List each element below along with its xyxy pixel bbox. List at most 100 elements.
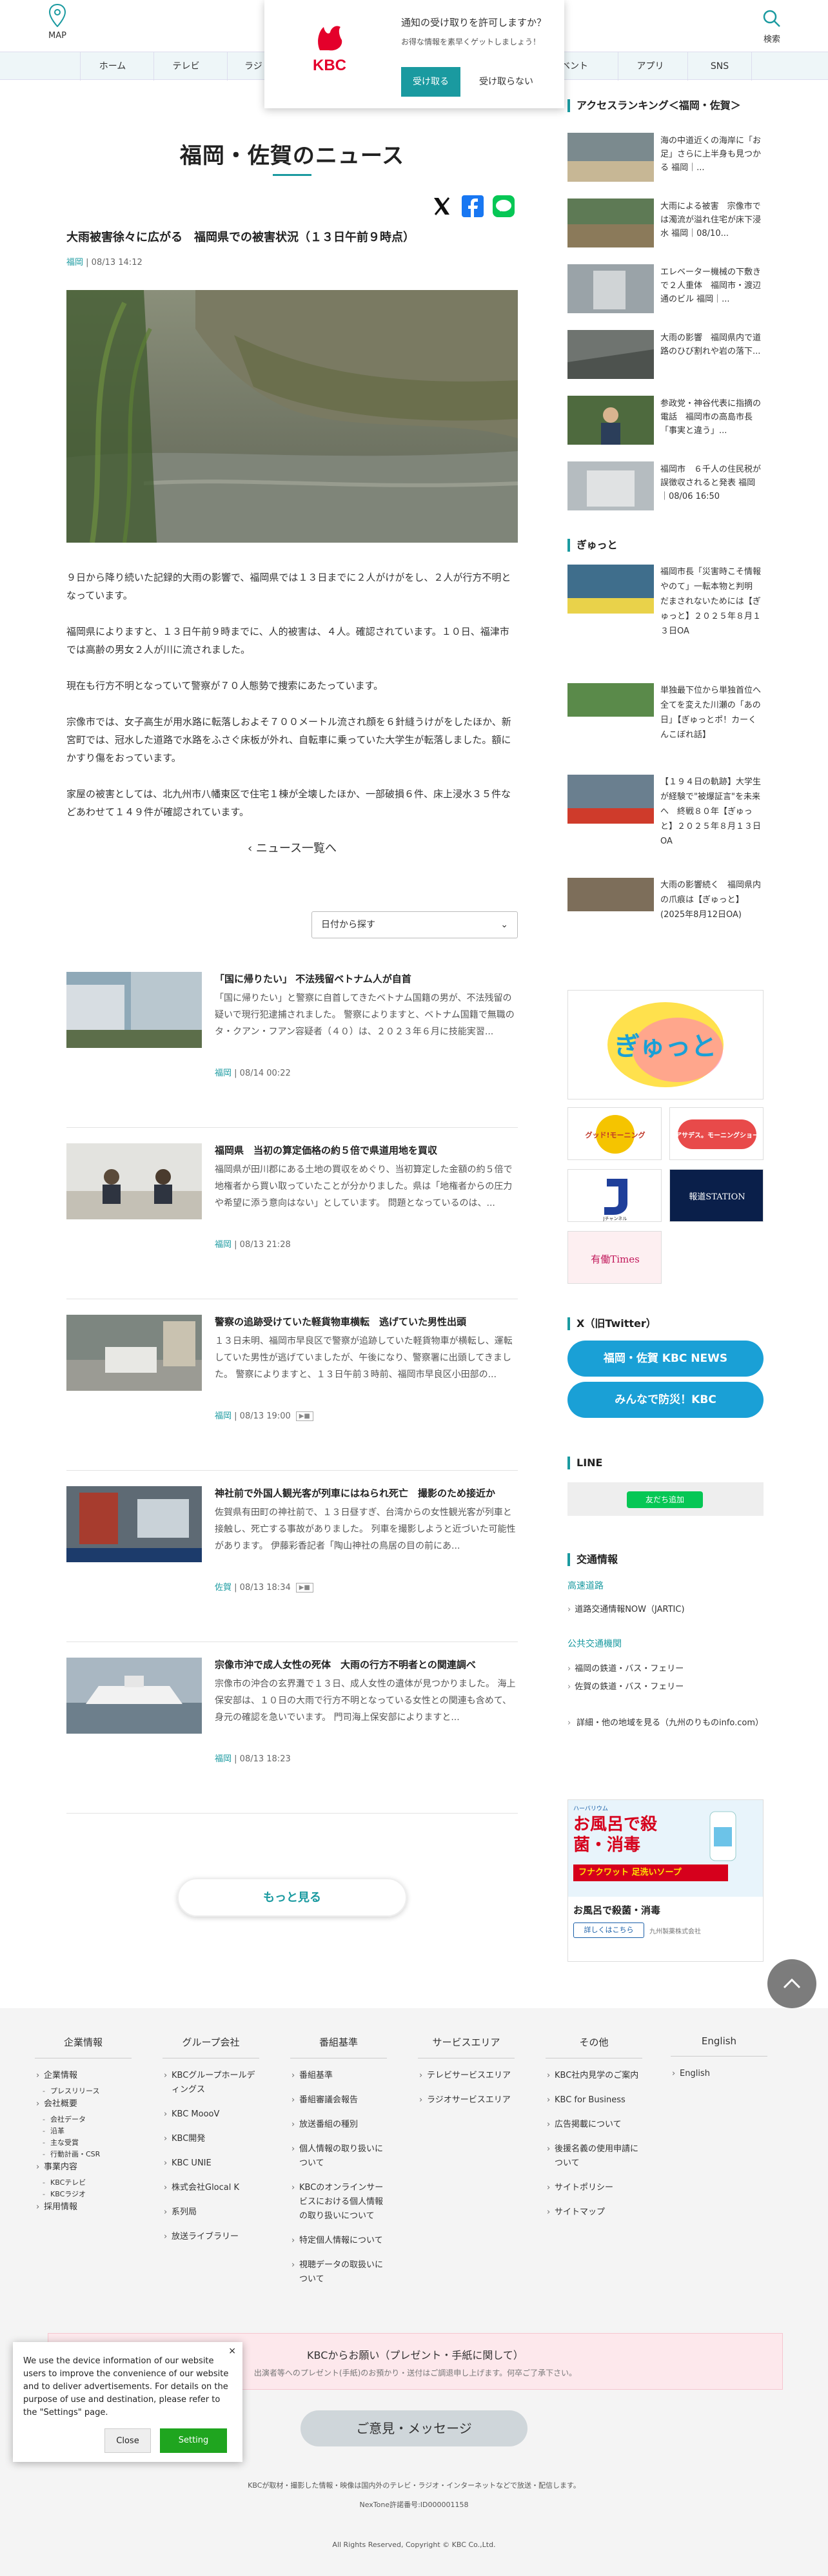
gyutto-thumbnail bbox=[567, 775, 654, 824]
cookie-setting-button[interactable]: Setting bbox=[160, 2428, 227, 2453]
news-category[interactable]: 福岡 bbox=[215, 1069, 232, 1078]
footer-link[interactable]: KBC MoooV bbox=[163, 2107, 259, 2122]
x-bousai-button[interactable]: みんなで防災！KBC bbox=[567, 1382, 764, 1418]
footer-link[interactable]: 番組審議会報告 bbox=[290, 2093, 387, 2107]
footer-link[interactable]: 会社概要 bbox=[35, 2097, 132, 2111]
ranking-item[interactable]: 参政党・神谷代表に指摘の電話 福岡市の高島市長「事実と違う」... bbox=[567, 396, 764, 454]
cookie-close-button[interactable]: Close bbox=[104, 2428, 151, 2453]
nav-radio[interactable]: ラジ bbox=[227, 52, 266, 81]
traffic-link[interactable]: › 福岡の鉄道・バス・フェリー bbox=[567, 1661, 764, 1674]
gyutto-item[interactable]: 福岡市長「災害時こそ情報やのて」一転本物と判明 だまされないためには【ぎゅっと】… bbox=[567, 565, 764, 668]
footer-link[interactable]: サイトポリシー bbox=[546, 2181, 642, 2195]
footer-link[interactable]: KBC開発 bbox=[163, 2132, 259, 2146]
footer-link[interactable]: KBCグループホールディングス bbox=[163, 2069, 259, 2097]
search-button[interactable]: 検索 bbox=[754, 5, 789, 44]
line-add-friend-button[interactable]: 友だち追加 bbox=[627, 1491, 703, 1508]
nav-tv[interactable]: テレビ bbox=[153, 52, 218, 81]
footer-link[interactable]: 採用情報 bbox=[35, 2200, 132, 2214]
news-category[interactable]: 福岡 bbox=[215, 1411, 232, 1421]
news-list-item[interactable]: 「国に帰りたい」 不法残留ベトナム人が自首 「国に帰りたい」と警察に自首してきた… bbox=[66, 956, 518, 1128]
footer-link[interactable]: KBC社内見学のご案内 bbox=[546, 2069, 642, 2083]
ranking-item[interactable]: 大雨による被害 宗像市では濁流が溢れ住宅が床下浸水 福岡｜08/10... bbox=[567, 199, 764, 257]
footer-link[interactable]: 主な受賞 bbox=[41, 2137, 132, 2149]
ranking-item[interactable]: 福岡市 ６千人の住民税が誤徴収されると発表 福岡｜08/06 16:50 bbox=[567, 461, 764, 519]
footer-link[interactable]: ラジオサービスエリア bbox=[418, 2093, 515, 2107]
news-title[interactable]: 福岡県 当初の算定価格の約５倍で県道用地を買収 bbox=[215, 1143, 518, 1157]
traffic-more-link[interactable]: › 詳細・他の地域を見る（九州のりものinfo.com） bbox=[567, 1717, 764, 1730]
accept-notification-button[interactable]: 受け取る bbox=[401, 67, 460, 97]
footer-link[interactable]: 後援名義の使用申請について bbox=[546, 2142, 642, 2171]
load-more-button[interactable]: もっと見る bbox=[177, 1878, 407, 1917]
footer-link[interactable]: KBC for Business bbox=[546, 2093, 642, 2107]
news-category[interactable]: 佐賀 bbox=[215, 1583, 232, 1593]
news-title[interactable]: 宗像市沖で成人女性の死体 大雨の行方不明者との関連調べ bbox=[215, 1658, 518, 1671]
news-thumbnail bbox=[66, 972, 202, 1048]
news-category[interactable]: 福岡 bbox=[215, 1754, 232, 1764]
footer-link[interactable]: 事業内容 bbox=[35, 2160, 132, 2174]
traffic-link[interactable]: › 佐賀の鉄道・バス・フェリー bbox=[567, 1680, 764, 1692]
footer-link[interactable]: 会社データ bbox=[41, 2114, 132, 2126]
nav-sns[interactable]: SNS bbox=[687, 52, 752, 81]
footer-link[interactable]: English bbox=[671, 2067, 767, 2081]
footer-link[interactable]: 特定個人情報について bbox=[290, 2234, 387, 2248]
good-morning-banner[interactable]: グッド!モーニング bbox=[567, 1107, 662, 1160]
x-share-icon[interactable] bbox=[430, 195, 453, 218]
nav-app[interactable]: アプリ bbox=[618, 52, 682, 81]
footer-link[interactable]: プレスリリース bbox=[41, 2086, 132, 2097]
ad-more-button[interactable]: 詳しくはこちら bbox=[573, 1922, 644, 1938]
j-channel-banner[interactable]: Jチャンネル bbox=[567, 1169, 662, 1222]
footer-link[interactable]: 行動計画・CSR bbox=[41, 2149, 132, 2160]
map-button[interactable]: MAP bbox=[40, 4, 75, 41]
news-list-item[interactable]: 警察の追跡受けていた軽貨物車横転 逃げていた男性出頭 １３日未明、福岡市早良区で… bbox=[66, 1299, 518, 1471]
footer-link[interactable]: KBCテレビ bbox=[41, 2177, 132, 2189]
news-list-item[interactable]: 神社前で外国人観光客が列車にはねられ死亡 撮影のため接近か 佐賀県有田町の神社前… bbox=[66, 1471, 518, 1642]
footer-link[interactable]: 個人情報の取り扱いについて bbox=[290, 2142, 387, 2171]
gyutto-item[interactable]: 単独最下位から単独首位へ 全てを変えた川瀬の「あの日」【ぎゅっとポ！カーくんこぼ… bbox=[567, 683, 764, 786]
article-category[interactable]: 福岡 bbox=[66, 258, 83, 267]
x-kbc-news-button[interactable]: 福岡・佐賀 KBC NEWS bbox=[567, 1341, 764, 1377]
opinion-button[interactable]: ご意見・メッセージ bbox=[301, 2410, 527, 2446]
advertisement[interactable]: ハーバリウム お風呂で殺菌・消毒 フナクワット 足洗いソープ お風呂で殺菌・消毒… bbox=[567, 1799, 764, 1962]
news-title[interactable]: 警察の追跡受けていた軽貨物車横転 逃げていた男性出頭 bbox=[215, 1315, 518, 1328]
notification-title: 通知の受け取りを許可しますか？ bbox=[401, 17, 547, 28]
footer-link[interactable]: KBCラジオ bbox=[41, 2189, 132, 2200]
udo-times-banner[interactable]: 有働Times bbox=[567, 1231, 662, 1284]
footer-link[interactable]: テレビサービスエリア bbox=[418, 2069, 515, 2083]
news-list-item[interactable]: 宗像市沖で成人女性の死体 大雨の行方不明者との関連調べ 宗像市の沖合の玄界灘で１… bbox=[66, 1642, 518, 1814]
footer-link[interactable]: 株式会社Glocal K bbox=[163, 2181, 259, 2195]
gyutto-item[interactable]: 【１９４日の軌跡】大学生が経験で"被爆証言"を未来へ 終戦８０年【ぎゅっと】２０… bbox=[567, 775, 764, 878]
footer-link[interactable]: 放送ライブラリー bbox=[163, 2230, 259, 2244]
scroll-to-top-button[interactable] bbox=[767, 1959, 816, 2008]
gyutto-item[interactable]: 大雨の影響続く 福岡県内の爪痕は【ぎゅっと】(2025年8月12日OA) bbox=[567, 878, 764, 981]
footer-link[interactable]: KBC UNIE bbox=[163, 2156, 259, 2171]
decline-notification-button[interactable]: 受け取らない bbox=[471, 67, 542, 97]
back-to-news-list-link[interactable]: ‹ ニュース一覧へ bbox=[66, 839, 518, 856]
kbc-logo: KBC bbox=[304, 24, 355, 75]
footer-link[interactable]: 番組基準 bbox=[290, 2069, 387, 2083]
footer-link[interactable]: 沿革 bbox=[41, 2126, 132, 2137]
footer-link[interactable]: 企業情報 bbox=[35, 2069, 132, 2083]
footer-link[interactable]: 系列局 bbox=[163, 2205, 259, 2220]
line-share-icon[interactable] bbox=[492, 195, 515, 218]
ranking-item[interactable]: 大雨の影響 福岡県内で道路のひび割れや岩の落下... bbox=[567, 330, 764, 388]
date-select[interactable]: 日付から探す ⌄ bbox=[311, 911, 518, 938]
nav-home[interactable]: ホーム bbox=[80, 52, 144, 81]
ranking-item[interactable]: 海の中道近くの海岸に「お足」さらに上半身も見つかる 福岡｜... bbox=[567, 133, 764, 191]
footer-link[interactable]: サイトマップ bbox=[546, 2205, 642, 2220]
ranking-item[interactable]: エレベーター機械の下敷きで２人重体 福岡市・渡辺通のビル 福岡｜... bbox=[567, 264, 764, 322]
footer-link[interactable]: 広告掲載について bbox=[546, 2118, 642, 2132]
news-category[interactable]: 福岡 bbox=[215, 1240, 232, 1250]
news-title[interactable]: 神社前で外国人観光客が列車にはねられ死亡 撮影のため接近か bbox=[215, 1486, 518, 1500]
footer-link[interactable]: 視聴データの取扱いについて bbox=[290, 2258, 387, 2287]
facebook-share-icon[interactable] bbox=[461, 195, 484, 218]
footer-link[interactable]: KBCのオンラインサービスにおける個人情報の取り扱いについて bbox=[290, 2181, 387, 2223]
traffic-link[interactable]: › 道路交通情報NOW（JARTIC) bbox=[567, 1602, 764, 1614]
news-title[interactable]: 「国に帰りたい」 不法残留ベトナム人が自首 bbox=[215, 972, 518, 985]
asadesu-banner[interactable]: アサデス。モーニングショー bbox=[669, 1107, 764, 1160]
houdou-station-banner[interactable]: 報道STATION bbox=[669, 1169, 764, 1222]
footer-link[interactable]: 放送番組の種別 bbox=[290, 2118, 387, 2132]
gyutto-banner[interactable]: ぎゅっと bbox=[567, 990, 764, 1099]
video-icon: ▶■ bbox=[295, 1411, 313, 1421]
news-list-item[interactable]: 福岡県 当初の算定価格の約５倍で県道用地を買収 福岡県が田川郡にある土地の買収を… bbox=[66, 1128, 518, 1299]
article-title: 大雨被害徐々に広がる 福岡県での被害状況（１３日午前９時点） bbox=[66, 231, 415, 244]
